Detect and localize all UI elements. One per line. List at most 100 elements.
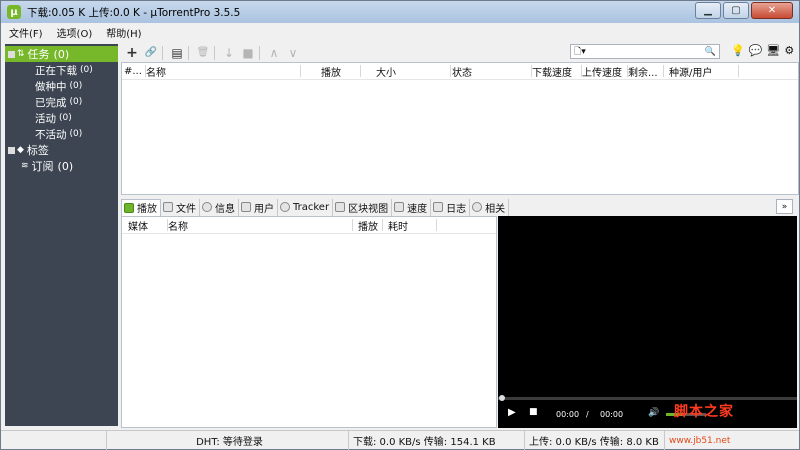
total-time: 00:00 — [600, 410, 624, 419]
tab-trackers[interactable]: Tracker — [278, 198, 334, 216]
column-header-label: 名称 — [168, 221, 188, 233]
current-time: 00:00 — [556, 410, 580, 419]
column-header-eta[interactable]: 剩余... — [628, 63, 664, 79]
column-header-label: 名称 — [146, 67, 166, 79]
status-upload[interactable]: 上传: 0.0 KB/s 传输: 8.0 KB — [525, 431, 665, 450]
tab-label: 用户 — [254, 203, 274, 215]
torrent-list[interactable]: #... 名称 播放 大小 状态 下载速度 上传速度 剩余... 种源/用户 — [121, 62, 799, 195]
sidebar-item-inactive[interactable]: 不活动 (0) — [35, 126, 82, 142]
sidebar-item-count: (0) — [59, 113, 72, 123]
column-header-play[interactable]: 播放 — [358, 217, 383, 233]
sidebar-item-labels[interactable]: ◆ 标签 — [8, 142, 49, 158]
tab-peers[interactable]: 用户 — [239, 198, 278, 216]
sidebar-item-torrents[interactable]: ⇅ 任务 (0) — [5, 46, 118, 62]
minimize-button[interactable]: ▁ — [695, 2, 721, 19]
column-header-download-speed[interactable]: 下载速度 — [532, 63, 582, 79]
column-header-label: 大小 — [376, 67, 396, 79]
toolbar-right-group: 💡 💬 🖥 ⚙ — [731, 44, 794, 57]
sidebar-item-label: 活动 — [35, 112, 56, 125]
tab-label: 文件 — [176, 203, 196, 215]
search-icon[interactable]: 🔍 — [705, 47, 716, 57]
sidebar-item-label: 标签 — [26, 144, 49, 157]
play-button-icon[interactable]: ▶ — [508, 407, 516, 418]
settings-gear-icon[interactable]: ⚙ — [784, 44, 794, 57]
menu-file[interactable]: 文件(F) — [7, 25, 45, 40]
main-toolbar: + 🔗 ▤ 🗑 ↓ ■ ∧ ∨ 🗋▾ 🔍 💡 💬 🖥 ⚙ — [121, 44, 799, 61]
move-up-icon[interactable]: ∧ — [266, 45, 282, 61]
sidebar-item-feeds[interactable]: ≋ 订阅 (0) — [21, 158, 73, 174]
add-link-icon[interactable]: 🔗 — [143, 45, 159, 61]
maximize-button[interactable]: ▢ — [723, 2, 749, 19]
column-header-number[interactable]: #... — [124, 63, 146, 79]
chat-icon[interactable]: 💬 — [749, 44, 763, 57]
start-torrent-icon[interactable]: ↓ — [221, 45, 237, 61]
close-button[interactable]: ✕ — [751, 2, 793, 19]
sidebar-item-seeding[interactable]: 做种中 (0) — [35, 78, 82, 94]
volume-icon[interactable]: 🔊 — [648, 408, 659, 418]
sidebar-item-label: 订阅 — [31, 160, 54, 173]
status-dht[interactable]: DHT: 等待登录 — [107, 431, 349, 450]
column-header-label: 媒体 — [128, 221, 148, 233]
expand-toggle-icon[interactable] — [8, 146, 15, 154]
column-header-seeds-peers[interactable]: 种源/用户 — [669, 63, 739, 79]
collapse-toggle-icon[interactable] — [8, 50, 15, 58]
tab-label: 播放 — [137, 204, 157, 215]
toolbar-divider — [162, 45, 163, 60]
title-bar: µ 下载:0.05 K 上传:0.0 K - µTorrentPro 3.5.5… — [1, 1, 799, 23]
monitor-icon[interactable]: 🖥 — [766, 44, 780, 57]
column-header-play[interactable]: 播放 — [321, 63, 361, 79]
sidebar-item-completed[interactable]: 已完成 (0) — [35, 94, 82, 110]
media-player[interactable]: ▶ ■ 00:00 / 00:00 🔊 脚本之家 — [498, 216, 797, 428]
stop-torrent-icon[interactable]: ■ — [240, 45, 256, 61]
speed-graph-icon — [394, 202, 405, 212]
tab-play[interactable]: 播放 — [121, 198, 161, 216]
column-header-name[interactable]: 名称 — [146, 63, 301, 79]
sidebar-item-active[interactable]: 活动 (0) — [35, 110, 72, 126]
column-header-status[interactable]: 状态 — [452, 63, 532, 79]
seek-handle[interactable] — [499, 395, 505, 401]
column-header-size[interactable]: 大小 — [376, 63, 451, 79]
tab-speed[interactable]: 速度 — [392, 198, 432, 216]
info-icon — [202, 202, 212, 212]
collapse-panel-button[interactable]: » — [776, 199, 793, 214]
column-header-label: 耗时 — [388, 221, 408, 233]
feature-bulb-icon[interactable]: 💡 — [731, 44, 745, 57]
app-window: µ 下载:0.05 K 上传:0.0 K - µTorrentPro 3.5.5… — [0, 0, 800, 450]
column-divider — [663, 65, 664, 77]
sidebar-item-downloading[interactable]: 正在下载 (0) — [35, 62, 93, 78]
create-torrent-icon[interactable]: ▤ — [169, 45, 185, 61]
status-download[interactable]: 下载: 0.0 KB/s 传输: 154.1 KB — [349, 431, 525, 450]
remove-torrent-icon[interactable]: 🗑 — [195, 45, 211, 61]
column-divider — [436, 219, 437, 231]
sidebar-item-label: 已完成 — [35, 96, 67, 109]
tab-info[interactable]: 信息 — [200, 198, 239, 216]
column-header-label: 剩余... — [628, 67, 658, 79]
menu-help[interactable]: 帮助(H) — [104, 25, 143, 40]
column-header-media[interactable]: 媒体 — [128, 217, 168, 233]
column-header-upload-speed[interactable]: 上传速度 — [582, 63, 628, 79]
add-torrent-icon[interactable]: + — [124, 45, 140, 61]
tab-label: 速度 — [407, 203, 428, 215]
tab-label: 信息 — [215, 203, 235, 215]
sidebar-item-label: 不活动 — [35, 128, 67, 141]
media-list[interactable]: 媒体 名称 播放 耗时 — [121, 216, 497, 428]
column-header-name[interactable]: 名称 — [168, 217, 353, 233]
tab-related[interactable]: 相关 — [470, 198, 510, 216]
sidebar-item-count: (0) — [80, 65, 93, 75]
tab-logger[interactable]: 日志 — [431, 198, 471, 216]
tab-pieces[interactable]: 区块视图 — [333, 198, 393, 216]
seek-bar[interactable] — [498, 397, 797, 400]
column-header-label: 播放 — [321, 67, 341, 79]
search-provider-dropdown-icon[interactable]: 🗋▾ — [574, 44, 586, 60]
tab-label: 相关 — [485, 203, 506, 215]
rss-feed-icon: ≋ — [21, 161, 29, 171]
tab-files[interactable]: 文件 — [161, 198, 200, 216]
stop-button-icon[interactable]: ■ — [529, 407, 538, 417]
menu-options[interactable]: 选项(O) — [55, 25, 95, 40]
column-header-duration[interactable]: 耗时 — [388, 217, 437, 233]
move-down-icon[interactable]: ∨ — [285, 45, 301, 61]
play-tab-icon — [124, 202, 134, 213]
log-lines-icon — [433, 202, 444, 212]
header-divider — [122, 79, 798, 80]
search-input[interactable]: 🗋▾ 🔍 — [570, 44, 720, 59]
